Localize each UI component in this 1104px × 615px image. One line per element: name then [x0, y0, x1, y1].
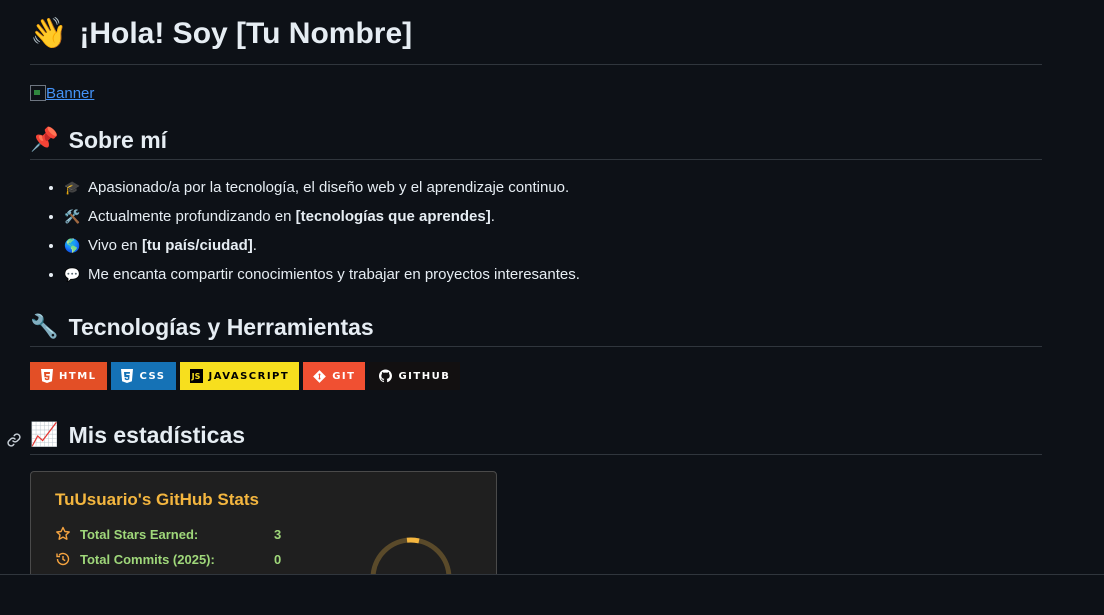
list-item-text: Apasionado/a por la tecnología, el diseñ… — [88, 179, 570, 196]
waving-hand-icon: 👋 — [30, 16, 68, 51]
github-icon — [379, 369, 393, 383]
tech-badges: HTML CSS JS JAVASCRIPT GIT GITHUB — [30, 362, 1042, 390]
star-icon — [55, 526, 71, 542]
badge-css[interactable]: CSS — [110, 362, 176, 390]
git-icon — [313, 369, 327, 383]
history-icon — [55, 551, 71, 567]
badge-html[interactable]: HTML — [30, 362, 107, 390]
stats-card-title: TuUsuario's GitHub Stats — [55, 490, 259, 509]
list-item: 🎓 Apasionado/a por la tecnología, el dise… — [64, 174, 1042, 203]
badge-github[interactable]: GITHUB — [369, 362, 461, 390]
tools-icon: 🛠️ — [64, 210, 81, 225]
about-list: 🎓 Apasionado/a por la tecnología, el dise… — [30, 174, 1042, 290]
list-item-text: . — [490, 208, 495, 225]
readme-page: 👋 ¡Hola! Soy [Tu Nombre] Banner 📌 Sobre … — [0, 0, 1104, 615]
graduation-cap-icon: 🎓 — [64, 181, 81, 196]
list-item-text: Actualmente profundizando en — [88, 208, 296, 225]
badge-javascript[interactable]: JS JAVASCRIPT — [179, 362, 300, 390]
stat-label: Total Commits (2025): — [80, 551, 215, 567]
stat-value: 3 — [274, 526, 282, 542]
wrench-icon: 🔧 — [30, 314, 59, 340]
badge-label: GITHUB — [398, 370, 451, 382]
page-title-text: ¡Hola! Soy [Tu Nombre] — [79, 17, 413, 50]
list-item: 💬 Me encanta compartir conocimientos y tr… — [64, 261, 1042, 290]
stat-value: 0 — [274, 551, 282, 567]
banner-link[interactable]: Banner — [46, 85, 94, 102]
list-item: 🌎 Vivo en [tu país/ciudad]. — [64, 232, 1042, 261]
readme-content: 👋 ¡Hola! Soy [Tu Nombre] Banner 📌 Sobre … — [30, 0, 1042, 593]
list-item: 🛠️ Actualmente profundizando en [tecnolog… — [64, 203, 1042, 232]
speech-bubble-icon: 💬 — [64, 268, 81, 283]
list-item-text: Vivo en — [88, 237, 142, 254]
link-icon[interactable] — [6, 432, 22, 448]
bottom-bar — [0, 574, 1104, 615]
stat-row-stars: Total Stars Earned: 3 — [55, 526, 281, 542]
stat-row-commits: Total Commits (2025): 0 — [55, 551, 281, 567]
badge-git[interactable]: GIT — [303, 362, 366, 390]
tech-heading: 🔧 Tecnologías y Herramientas — [30, 312, 1042, 347]
html5-icon — [40, 369, 53, 383]
stats-heading: 📈 Mis estadísticas — [30, 420, 1042, 455]
css3-icon — [121, 369, 134, 383]
list-item-bold: [tecnologías que aprendes] — [295, 208, 491, 225]
list-item-text: . — [252, 237, 257, 254]
banner[interactable]: Banner — [30, 82, 1042, 104]
about-heading: 📌 Sobre mí — [30, 125, 1042, 160]
badge-label: CSS — [139, 370, 166, 382]
badge-label: GIT — [332, 370, 356, 382]
stat-label: Total Stars Earned: — [80, 526, 199, 542]
list-item-bold: [tu país/ciudad] — [141, 237, 253, 254]
broken-image-icon — [30, 85, 46, 101]
tech-heading-text: Tecnologías y Herramientas — [68, 314, 374, 340]
badge-label: HTML — [59, 370, 97, 382]
javascript-icon: JS — [189, 369, 203, 383]
page-title: 👋 ¡Hola! Soy [Tu Nombre] — [30, 0, 1042, 65]
stats-heading-text: Mis estadísticas — [68, 422, 246, 448]
badge-label: JAVASCRIPT — [208, 370, 290, 382]
globe-icon: 🌎 — [64, 239, 81, 254]
list-item-text: Me encanta compartir conocimientos y tra… — [88, 266, 580, 283]
pushpin-icon: 📌 — [30, 127, 59, 153]
about-heading-text: Sobre mí — [68, 127, 168, 153]
chart-increasing-icon: 📈 — [30, 422, 59, 448]
